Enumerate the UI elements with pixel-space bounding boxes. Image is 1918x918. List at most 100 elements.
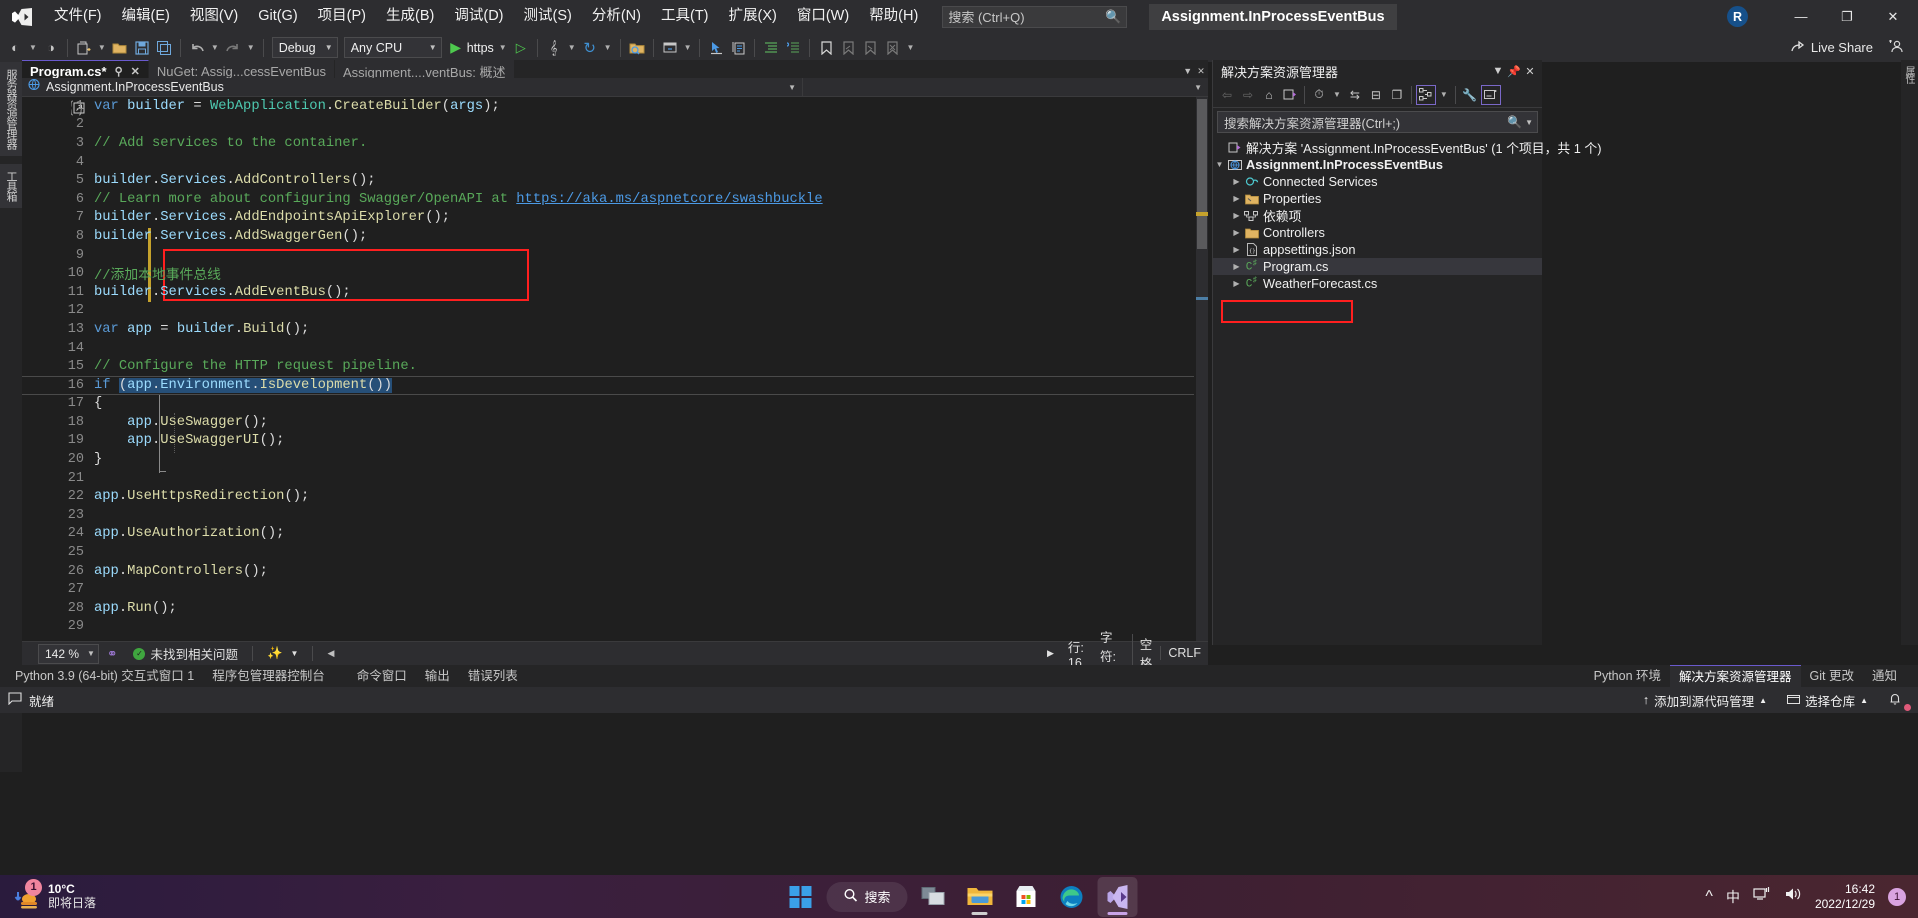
tree-node-appsettings[interactable]: ▶ {} appsettings.json bbox=[1213, 241, 1542, 258]
chevron-right-icon[interactable]: ▶ bbox=[1230, 245, 1243, 254]
increase-indent-icon[interactable] bbox=[760, 36, 782, 60]
menu-view[interactable]: 视图(V) bbox=[180, 0, 248, 33]
volume-icon[interactable] bbox=[1784, 886, 1802, 907]
maximize-button[interactable]: ❐ bbox=[1824, 0, 1870, 33]
save-all-icon[interactable] bbox=[153, 36, 175, 60]
visual-studio-icon[interactable] bbox=[1097, 876, 1138, 917]
scrollbar-thumb[interactable] bbox=[1197, 99, 1207, 249]
network-icon[interactable] bbox=[1753, 886, 1771, 907]
next-bookmark-icon[interactable] bbox=[859, 36, 881, 60]
edge-icon[interactable] bbox=[1052, 877, 1092, 917]
panel-tab-python-interactive[interactable]: Python 3.9 (64-bit) 交互式窗口 1 bbox=[6, 665, 203, 687]
solution-tree[interactable]: 解决方案 'Assignment.InProcessEventBus' (1 个… bbox=[1213, 136, 1601, 323]
panel-tab-git-changes[interactable]: Git 更改 bbox=[1801, 665, 1863, 687]
panel-menu-icon[interactable]: ▼ bbox=[1490, 65, 1506, 77]
solution-configuration-combo[interactable]: Debug ▼ bbox=[271, 37, 338, 58]
editor-vertical-scrollbar[interactable] bbox=[1196, 97, 1208, 647]
panel-tab-error-list[interactable]: 错误列表 bbox=[459, 665, 527, 687]
intellicode-icon[interactable]: ⚭ bbox=[99, 646, 125, 661]
navigate-backward-icon[interactable]: ◐ bbox=[4, 36, 26, 60]
code-editor[interactable]: − 1var builder = WebApplication.CreateBu… bbox=[22, 97, 1208, 647]
line-ending-mode[interactable]: CRLF bbox=[1160, 646, 1208, 660]
chevron-right-icon[interactable]: ▶ bbox=[1230, 262, 1243, 271]
run-target-label[interactable]: https bbox=[467, 41, 496, 55]
start-debugging-icon[interactable]: ▶ bbox=[445, 36, 467, 60]
taskbar-search-button[interactable]: 搜索 bbox=[826, 881, 908, 912]
rail-tab-properties[interactable]: 属性 bbox=[1901, 60, 1916, 88]
toggle-bookmark-icon[interactable] bbox=[815, 36, 837, 60]
hot-reload-icon[interactable]: 𝄞 bbox=[543, 36, 565, 60]
code-lines[interactable]: 1 var builder = WebApplication.CreateBuil… bbox=[22, 97, 1208, 647]
panel-tab-command-window[interactable]: 命令窗口 bbox=[348, 665, 416, 687]
rail-tab-server-explorer[interactable]: 服务器资源管理器 bbox=[0, 62, 22, 156]
preview-selected-items-icon[interactable] bbox=[1480, 84, 1501, 105]
tree-node-controllers[interactable]: ▶ Controllers bbox=[1213, 224, 1542, 241]
panel-tab-notifications[interactable]: 通知 bbox=[1863, 665, 1906, 687]
rail-tab-toolbox[interactable]: 工具箱 bbox=[0, 164, 22, 208]
panel-tab-solution-explorer[interactable]: 解决方案资源管理器 bbox=[1670, 665, 1801, 687]
live-share-button[interactable]: Live Share bbox=[1791, 39, 1918, 56]
menu-file[interactable]: 文件(F) bbox=[44, 0, 112, 33]
search-folder-icon[interactable] bbox=[626, 36, 648, 60]
chevron-right-icon[interactable]: ▶ bbox=[1230, 194, 1243, 203]
chevron-right-icon[interactable]: ▶ bbox=[1230, 279, 1243, 288]
avatar[interactable]: R bbox=[1727, 6, 1748, 27]
navigate-forward-icon[interactable]: ◑ bbox=[40, 36, 62, 60]
show-all-files-icon[interactable]: ❐ bbox=[1387, 85, 1407, 105]
microsoft-store-icon[interactable] bbox=[1006, 877, 1046, 917]
comment-selection-icon[interactable] bbox=[782, 36, 804, 60]
taskview-icon[interactable] bbox=[914, 877, 954, 917]
minimize-button[interactable]: — bbox=[1778, 0, 1824, 33]
tree-node-properties[interactable]: ▶ Properties bbox=[1213, 190, 1542, 207]
menu-tools[interactable]: 工具(T) bbox=[651, 0, 719, 33]
restart-dropdown-icon[interactable]: ▼ bbox=[601, 43, 615, 52]
save-icon[interactable] bbox=[131, 36, 153, 60]
breadcrumb-member[interactable]: ▼ bbox=[802, 77, 1208, 97]
close-icon[interactable]: ✕ bbox=[1522, 65, 1538, 78]
pin-icon[interactable]: 📌 bbox=[1506, 65, 1522, 78]
scroll-right-icon[interactable]: ▶ bbox=[1040, 648, 1061, 659]
tray-expand-icon[interactable]: ^ bbox=[1705, 888, 1713, 906]
window-layout-dropdown-icon[interactable]: ▼ bbox=[681, 43, 695, 52]
window-layout-icon[interactable] bbox=[659, 36, 681, 60]
menu-window[interactable]: 窗口(W) bbox=[787, 0, 859, 33]
code-cleanup-icon[interactable]: ✨ ▼ bbox=[259, 646, 307, 661]
breadcrumb-project[interactable]: Assignment.InProcessEventBus ▼ bbox=[22, 78, 802, 96]
copy-lines-icon[interactable] bbox=[727, 36, 749, 60]
select-repository-button[interactable]: 选择仓库 ▲ bbox=[1779, 689, 1876, 711]
new-project-dropdown-icon[interactable]: ▼ bbox=[95, 43, 109, 52]
solution-platform-combo[interactable]: Any CPU ▼ bbox=[343, 37, 442, 58]
toolbar-overflow-icon[interactable]: ▼ bbox=[903, 43, 917, 52]
live-share-account-icon[interactable] bbox=[1888, 39, 1904, 56]
menu-help[interactable]: 帮助(H) bbox=[859, 0, 928, 33]
solution-view-icon[interactable] bbox=[1280, 85, 1300, 105]
weather-widget[interactable]: 1 10°C 即将日落 bbox=[0, 878, 96, 912]
menu-build[interactable]: 生成(B) bbox=[376, 0, 444, 33]
chevron-down-icon[interactable]: ▼ bbox=[1194, 83, 1208, 92]
tab-list-dropdown-icon[interactable]: ▼ bbox=[1183, 66, 1192, 76]
scroll-left-icon[interactable]: ◀ bbox=[319, 648, 342, 659]
panel-tab-python-environments[interactable]: Python 环境 bbox=[1585, 665, 1670, 687]
panel-tab-package-manager-console[interactable]: 程序包管理器控制台 bbox=[203, 665, 334, 687]
redo-icon[interactable] bbox=[222, 36, 244, 60]
chevron-down-icon[interactable]: ▼ bbox=[788, 83, 802, 92]
tab-close-icon[interactable]: ✕ bbox=[1197, 66, 1205, 77]
tree-node-project[interactable]: ▼ Assignment.InProcessEventBus bbox=[1213, 156, 1542, 173]
collapse-all-icon[interactable]: ⊟ bbox=[1366, 85, 1386, 105]
hot-reload-dropdown-icon[interactable]: ▼ bbox=[565, 43, 579, 52]
solution-explorer-search-input[interactable]: 搜索解决方案资源管理器(Ctrl+;) 🔍 ▼ bbox=[1217, 111, 1538, 133]
notification-center-badge[interactable]: 1 bbox=[1888, 887, 1906, 906]
undo-dropdown-icon[interactable]: ▼ bbox=[208, 43, 222, 52]
new-project-icon[interactable] bbox=[73, 36, 95, 60]
navigate-backward-dropdown-icon[interactable]: ▼ bbox=[26, 43, 40, 52]
sync-with-active-document-icon[interactable]: ⇆ bbox=[1345, 85, 1365, 105]
start-without-debugging-icon[interactable]: ▷ bbox=[510, 36, 532, 60]
view-code-hierarchy-icon[interactable] bbox=[1415, 84, 1436, 105]
menu-debug[interactable]: 调试(D) bbox=[444, 0, 513, 33]
back-icon[interactable]: ⇦ bbox=[1217, 85, 1237, 105]
clear-bookmarks-icon[interactable] bbox=[881, 36, 903, 60]
hierarchy-dropdown-icon[interactable]: ▼ bbox=[1437, 90, 1451, 99]
close-icon[interactable]: ✕ bbox=[131, 65, 140, 78]
panel-tab-output[interactable]: 输出 bbox=[416, 665, 459, 687]
issues-status[interactable]: ✓ 未找到相关问题 bbox=[125, 644, 246, 663]
